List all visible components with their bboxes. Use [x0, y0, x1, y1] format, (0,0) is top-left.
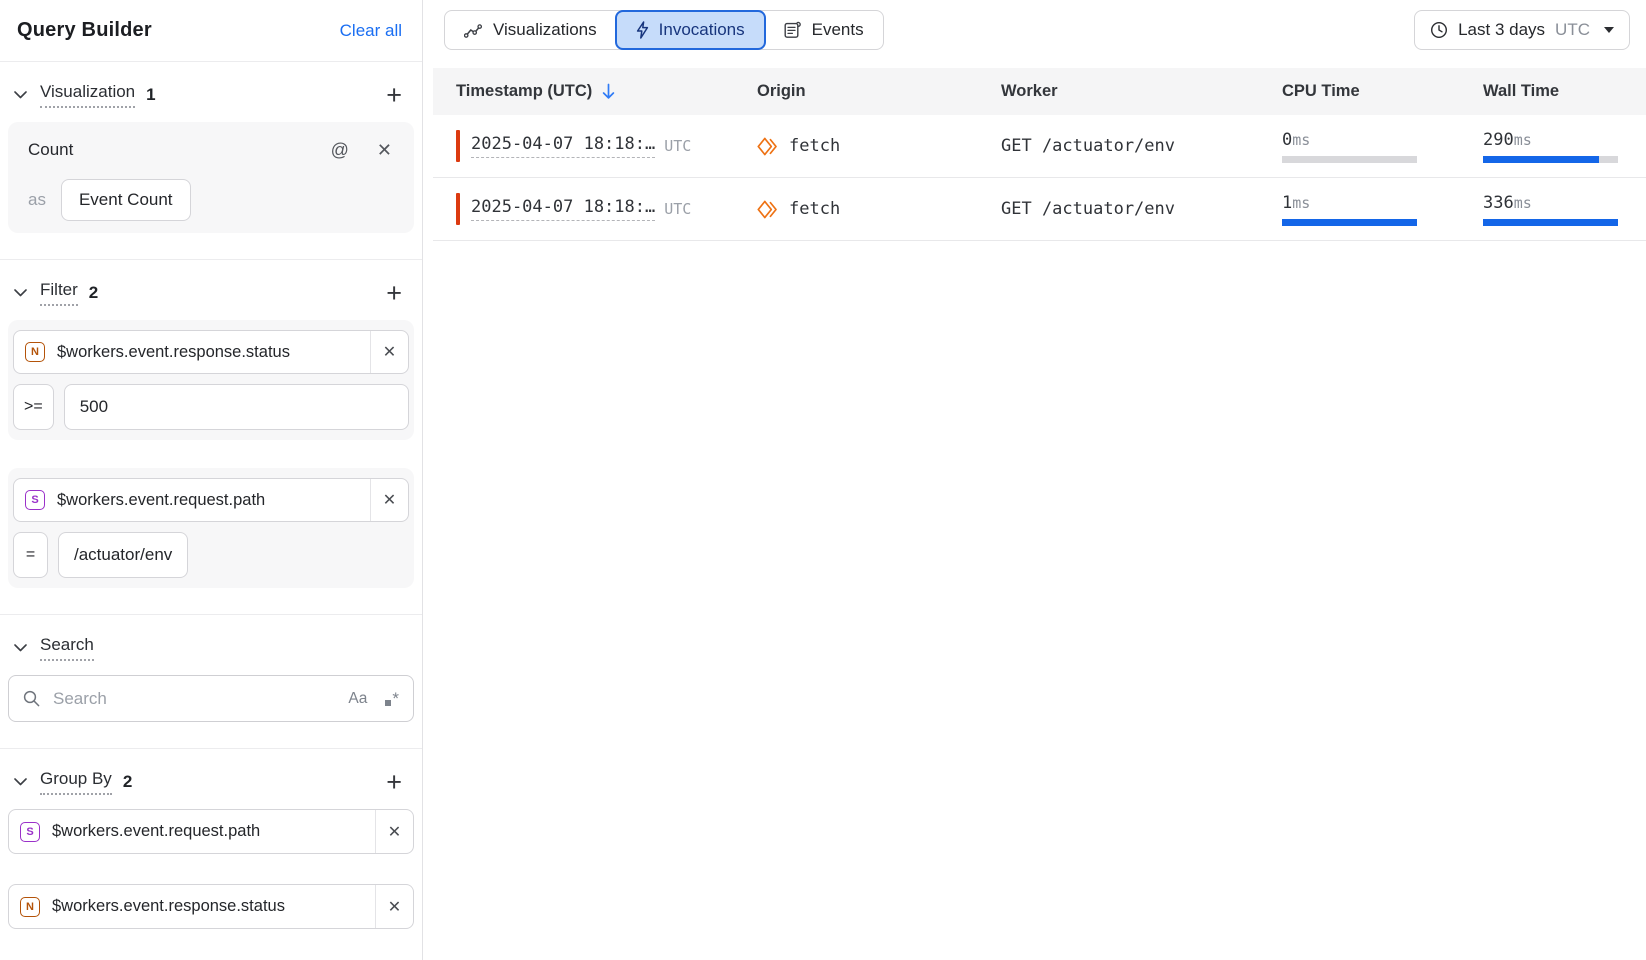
filter-field[interactable]: N $workers.event.response.status ✕	[13, 330, 409, 374]
origin-value: fetch	[789, 199, 840, 219]
fetch-origin-icon	[757, 200, 779, 219]
alias-at-icon[interactable]: @	[329, 139, 351, 161]
filter-operator[interactable]: =	[13, 532, 48, 578]
filter-field[interactable]: S $workers.event.request.path ✕	[13, 478, 409, 522]
time-range-value: Last 3 days	[1458, 20, 1545, 40]
filter-label: Filter	[40, 280, 78, 306]
wall-time-metric: 336ms	[1483, 193, 1646, 226]
time-range-timezone: UTC	[1555, 20, 1590, 40]
visualization-count: 1	[146, 85, 155, 105]
visualization-function: Count	[28, 140, 73, 160]
filter-count: 2	[89, 283, 98, 303]
table-row[interactable]: 2025-04-07 18:18:… UTC fetch GET /actuat…	[433, 115, 1646, 178]
chevron-down-icon[interactable]	[10, 640, 31, 656]
fetch-origin-icon	[757, 137, 779, 156]
clock-icon	[1430, 21, 1448, 39]
timestamp-link[interactable]: 2025-04-07 18:18:…	[471, 197, 655, 221]
column-header-worker: Worker	[1001, 82, 1271, 101]
number-type-icon: N	[25, 342, 45, 362]
panel-title: Query Builder	[17, 19, 152, 42]
column-header-origin: Origin	[757, 82, 1001, 101]
cpu-time-metric: 1ms	[1282, 193, 1473, 226]
invocations-table: Timestamp (UTC) Origin Worker CPU Time W…	[433, 68, 1646, 960]
visualization-card: Count @ ✕ as Event Count	[8, 122, 414, 233]
string-type-icon: S	[20, 822, 40, 842]
search-box: Aa *	[8, 675, 414, 722]
add-group-by-button[interactable]: +	[380, 769, 408, 796]
remove-group-by-icon[interactable]: ✕	[375, 810, 413, 853]
filter-field-name: $workers.event.response.status	[57, 343, 370, 362]
close-icon[interactable]: ✕	[375, 139, 394, 161]
group-by-field-name: $workers.event.response.status	[52, 897, 375, 916]
filter-section: Filter 2 + N $workers.event.response.sta…	[0, 260, 422, 615]
sort-descending-icon	[601, 83, 616, 100]
tab-invocations[interactable]: Invocations	[615, 10, 766, 50]
column-header-wall-time: Wall Time	[1473, 82, 1646, 101]
visualization-section: Visualization 1 + Count @ ✕ as Event Cou…	[0, 62, 422, 260]
group-by-section: Group By 2 + S $workers.event.request.pa…	[0, 749, 422, 955]
group-by-label: Group By	[40, 769, 112, 795]
event-note-icon	[784, 21, 802, 39]
number-type-icon: N	[20, 897, 40, 917]
worker-value: GET /actuator/env	[1001, 199, 1175, 219]
origin-value: fetch	[789, 136, 840, 156]
results-area: Visualizations Invocations Events Last 3…	[423, 0, 1646, 960]
cpu-time-bar	[1282, 156, 1417, 163]
visualization-label: Visualization	[40, 82, 135, 108]
match-case-icon[interactable]: Aa	[348, 690, 367, 708]
column-header-timestamp[interactable]: Timestamp (UTC)	[433, 82, 757, 101]
filter-card: N $workers.event.response.status ✕ >= 50…	[8, 320, 414, 440]
wall-time-bar	[1483, 156, 1618, 163]
wall-time-bar	[1483, 219, 1618, 226]
tab-visualizations[interactable]: Visualizations	[445, 11, 616, 49]
group-by-field[interactable]: N $workers.event.response.status ✕	[8, 884, 414, 929]
filter-field-name: $workers.event.request.path	[57, 491, 370, 510]
tab-events[interactable]: Events	[765, 11, 883, 49]
cpu-time-bar	[1282, 219, 1417, 226]
query-builder-header: Query Builder Clear all	[0, 0, 422, 62]
filter-value[interactable]: /actuator/env	[58, 532, 188, 578]
alias-value-button[interactable]: Event Count	[61, 179, 191, 221]
caret-down-icon	[1604, 27, 1614, 33]
query-builder-panel: Query Builder Clear all Visualization 1 …	[0, 0, 423, 960]
table-header-row: Timestamp (UTC) Origin Worker CPU Time W…	[433, 68, 1646, 115]
search-section: Search Aa *	[0, 615, 422, 749]
remove-filter-icon[interactable]: ✕	[370, 331, 408, 373]
group-by-count: 2	[123, 772, 132, 792]
remove-filter-icon[interactable]: ✕	[370, 479, 408, 521]
as-label: as	[28, 190, 46, 210]
timestamp-timezone: UTC	[664, 137, 691, 155]
line-chart-icon	[464, 23, 483, 38]
remove-group-by-icon[interactable]: ✕	[375, 885, 413, 928]
view-tabs: Visualizations Invocations Events	[444, 10, 884, 50]
wall-time-metric: 290ms	[1483, 130, 1646, 163]
error-marker	[456, 130, 460, 162]
time-range-selector[interactable]: Last 3 days UTC	[1414, 10, 1630, 50]
chevron-down-icon[interactable]	[10, 774, 31, 790]
chevron-down-icon[interactable]	[10, 87, 31, 103]
timestamp-timezone: UTC	[664, 200, 691, 218]
clear-all-button[interactable]: Clear all	[340, 21, 402, 41]
lightning-bolt-icon	[636, 21, 649, 39]
regex-icon[interactable]: *	[385, 690, 399, 707]
chevron-down-icon[interactable]	[10, 285, 31, 301]
string-type-icon: S	[25, 490, 45, 510]
add-filter-button[interactable]: +	[380, 280, 408, 307]
worker-value: GET /actuator/env	[1001, 136, 1175, 156]
filter-card: S $workers.event.request.path ✕ = /actua…	[8, 468, 414, 588]
filter-operator[interactable]: >=	[13, 384, 54, 430]
filter-value[interactable]: 500	[64, 384, 409, 430]
table-row[interactable]: 2025-04-07 18:18:… UTC fetch GET /actuat…	[433, 178, 1646, 241]
column-header-cpu-time: CPU Time	[1271, 82, 1473, 101]
results-toolbar: Visualizations Invocations Events Last 3…	[423, 0, 1646, 68]
group-by-field-name: $workers.event.request.path	[52, 822, 375, 841]
cpu-time-metric: 0ms	[1282, 130, 1473, 163]
error-marker	[456, 193, 460, 225]
search-label: Search	[40, 635, 94, 661]
search-icon	[23, 690, 40, 707]
timestamp-link[interactable]: 2025-04-07 18:18:…	[471, 134, 655, 158]
add-visualization-button[interactable]: +	[380, 82, 408, 109]
search-input[interactable]	[53, 689, 348, 709]
group-by-field[interactable]: S $workers.event.request.path ✕	[8, 809, 414, 854]
